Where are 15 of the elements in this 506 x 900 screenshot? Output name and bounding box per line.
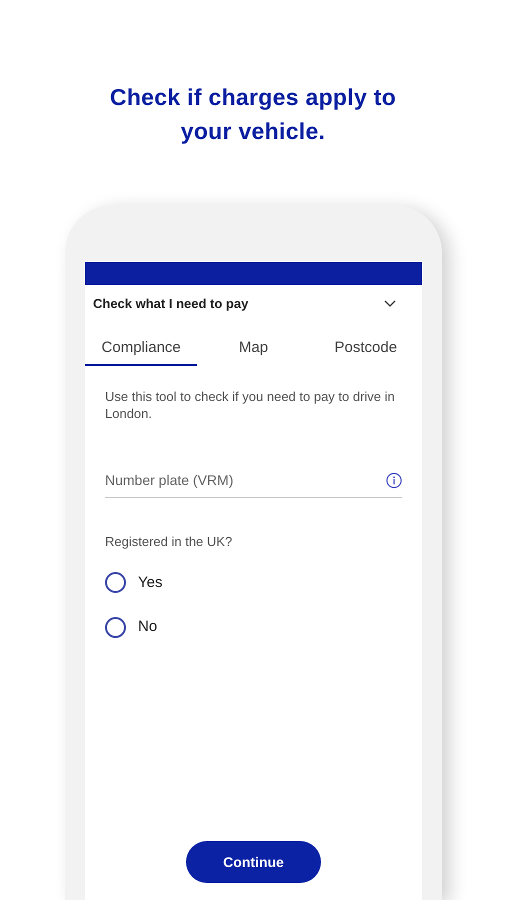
panel-title: Check what I need to pay [93, 295, 248, 313]
headline: Check if charges apply to your vehicle. [108, 83, 398, 146]
question: Registered in the UK? [105, 533, 234, 551]
radio-label[interactable]: Yes [138, 572, 162, 594]
tab[interactable]: Map [197, 330, 310, 366]
radio-button[interactable] [105, 616, 126, 638]
continue-button[interactable]: Continue [186, 841, 321, 883]
radio-label[interactable]: No [138, 616, 158, 638]
description: Use this tool to check if you need to pay to drive in London. [105, 388, 396, 422]
tab[interactable]: Postcode [310, 330, 422, 366]
radio-button[interactable] [105, 572, 126, 594]
number-plate-field[interactable]: Number plate (VRM) [105, 470, 386, 491]
chevron-icon[interactable] [384, 300, 396, 308]
info-icon[interactable] [386, 472, 402, 489]
tab[interactable]: Compliance [85, 330, 198, 366]
